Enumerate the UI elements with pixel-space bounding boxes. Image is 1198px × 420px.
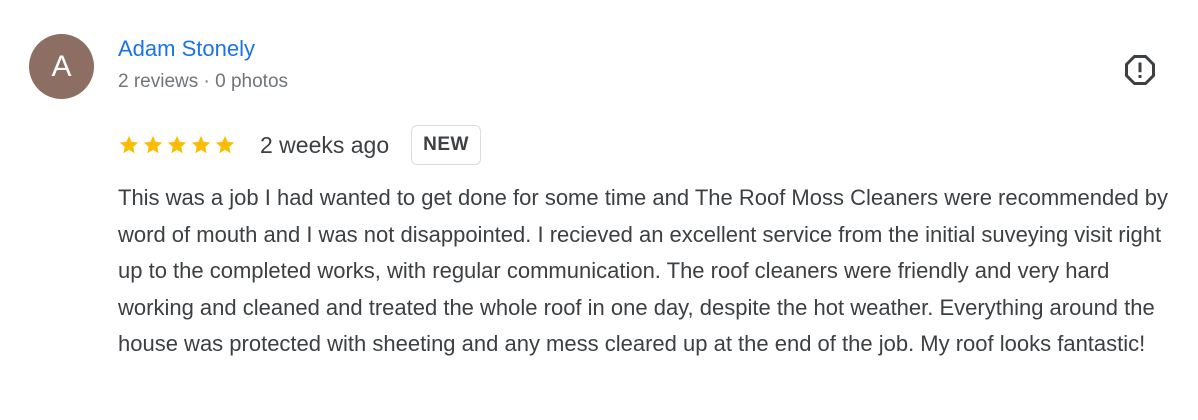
new-badge: NEW — [411, 125, 481, 165]
star-icon — [167, 135, 187, 154]
review-card: A Adam Stonely 2 reviews · 0 photos 2 we… — [0, 0, 1198, 420]
report-flag-icon — [1125, 55, 1155, 85]
star-rating — [118, 134, 236, 156]
report-review-button[interactable] — [1120, 50, 1160, 90]
author-name-link[interactable]: Adam Stonely — [118, 36, 255, 62]
star-icon — [191, 135, 211, 154]
avatar-initial: A — [51, 49, 72, 83]
review-date: 2 weeks ago — [260, 132, 390, 158]
star-icon — [215, 135, 235, 154]
avatar[interactable]: A — [29, 34, 94, 99]
rating-row: 2 weeks ago NEW — [118, 124, 481, 166]
star-icon — [143, 135, 163, 154]
author-review-count: 2 reviews · 0 photos — [118, 71, 289, 92]
star-icon — [119, 135, 139, 154]
review-text: This was a job I had wanted to get done … — [118, 185, 1169, 356]
